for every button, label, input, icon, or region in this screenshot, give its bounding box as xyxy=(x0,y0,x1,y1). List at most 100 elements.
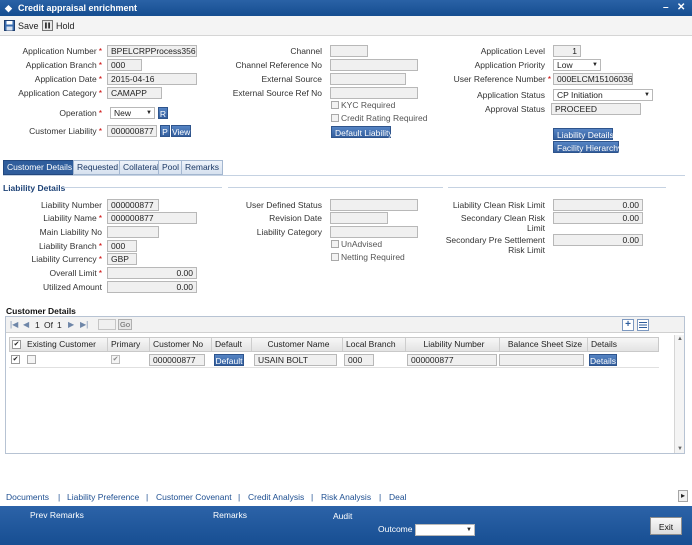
existing-customer-checkbox[interactable] xyxy=(27,355,36,364)
go-button[interactable]: Go xyxy=(118,319,132,330)
netting-required-checkbox[interactable] xyxy=(331,253,339,261)
column-header[interactable]: Local Branch xyxy=(343,338,406,351)
channel-field[interactable] xyxy=(330,45,368,57)
exit-button[interactable]: Exit xyxy=(650,517,682,535)
external-source-label: External Source xyxy=(261,74,322,84)
liability-currency-field[interactable]: GBP xyxy=(107,253,137,265)
close-icon[interactable]: ✕ xyxy=(677,2,685,13)
user-reference-number-field[interactable]: 000ELCM15106036 xyxy=(553,73,633,85)
grid-scrollbar[interactable]: ▲ ▼ xyxy=(674,335,684,453)
audit-link[interactable]: Audit xyxy=(333,511,352,522)
balance-sheet-size-field[interactable] xyxy=(499,354,584,366)
revision-date-label: Revision Date xyxy=(269,213,322,223)
column-header[interactable]: Primary xyxy=(108,338,150,351)
operation-r-button[interactable]: R xyxy=(158,107,168,119)
customer-liability-field[interactable]: 000000877 xyxy=(107,125,157,137)
user-defined-status-field[interactable] xyxy=(330,199,418,211)
column-header[interactable]: Details xyxy=(588,338,658,351)
list-icon xyxy=(639,322,647,328)
application-status-select[interactable]: CP Initiation xyxy=(553,89,653,101)
details-button[interactable]: Details xyxy=(589,354,617,366)
liability-name-label: Liability Name * xyxy=(43,213,102,223)
tab-collateral[interactable]: Collateral xyxy=(119,160,163,175)
application-category-field[interactable]: CAMAPP xyxy=(107,87,162,99)
approval-status-field: PROCEED xyxy=(551,103,641,115)
application-priority-select[interactable]: Low xyxy=(553,59,601,71)
view-rows-icon[interactable] xyxy=(637,319,649,331)
main-liability-no-field[interactable] xyxy=(107,226,159,238)
first-page-icon[interactable]: |◀ xyxy=(10,320,18,330)
tab-requested[interactable]: Requested xyxy=(73,160,123,175)
operation-select[interactable]: New xyxy=(110,107,155,119)
liability-category-label: Liability Category xyxy=(256,227,322,237)
liability-branch-field[interactable]: 000 xyxy=(107,240,137,252)
application-level-field[interactable]: 1 xyxy=(553,45,581,57)
page-number-input[interactable] xyxy=(98,319,116,330)
application-date-field[interactable]: 2015-04-16 xyxy=(107,73,197,85)
liability-details-button[interactable]: Liability Details xyxy=(553,128,614,140)
application-date-label: Application Date * xyxy=(34,74,102,84)
last-page-icon[interactable]: ▶| xyxy=(80,320,88,330)
more-links-icon[interactable]: ▸ xyxy=(678,490,688,502)
save-button[interactable]: Save xyxy=(4,19,39,33)
application-number-field[interactable]: BPELCRPProcess3568 xyxy=(107,45,197,57)
link-liability-preference[interactable]: Liability Preference xyxy=(67,491,139,503)
prev-remarks-label[interactable]: Prev Remarks xyxy=(30,510,84,521)
liability-number-cell[interactable]: 000000877 xyxy=(407,354,497,366)
default-liability-button[interactable]: Default Liability xyxy=(331,126,393,138)
customer-liability-p-button[interactable]: P xyxy=(160,125,170,137)
column-header[interactable]: Existing Customer xyxy=(24,338,108,351)
link-risk-analysis[interactable]: Risk Analysis xyxy=(321,491,371,503)
liability-number-field[interactable]: 000000877 xyxy=(107,199,159,211)
kyc-required-checkbox[interactable] xyxy=(331,101,339,109)
customer-no-field[interactable]: 000000877 xyxy=(149,354,205,366)
secondary-clean-risk-limit-field[interactable]: 0.00 xyxy=(553,212,643,224)
link-deal[interactable]: Deal xyxy=(389,491,406,503)
revision-date-field[interactable] xyxy=(330,212,388,224)
prev-page-icon[interactable]: ◀ xyxy=(23,320,29,330)
column-header[interactable]: Default xyxy=(212,338,252,351)
scroll-down-icon[interactable]: ▼ xyxy=(677,446,683,452)
minimize-icon[interactable]: – xyxy=(663,2,669,13)
credit-rating-required-checkbox[interactable] xyxy=(331,114,339,122)
application-branch-field[interactable]: 000 xyxy=(107,59,142,71)
default-button[interactable]: Default xyxy=(214,354,244,366)
overall-limit-field[interactable]: 0.00 xyxy=(107,267,197,279)
add-row-icon[interactable]: + xyxy=(622,319,634,331)
grid-pager: |◀ ◀ 1 Of 1 ▶ ▶| Go + xyxy=(6,317,684,333)
unadvised-checkbox[interactable] xyxy=(331,240,339,248)
liability-category-field[interactable] xyxy=(330,226,418,238)
local-branch-field[interactable]: 000 xyxy=(344,354,374,366)
link-customer-covenant[interactable]: Customer Covenant xyxy=(156,491,232,503)
section-divider xyxy=(448,187,666,188)
primary-checkbox[interactable]: ✔ xyxy=(111,355,120,364)
liability-name-field[interactable]: 000000877 xyxy=(107,212,197,224)
view-button[interactable]: View xyxy=(171,125,191,137)
external-source-ref-no-field[interactable] xyxy=(330,87,418,99)
column-header[interactable]: Liability Number xyxy=(406,338,500,351)
secondary-pre-settlement-field[interactable]: 0.00 xyxy=(553,234,643,246)
clean-risk-limit-field[interactable]: 0.00 xyxy=(553,199,643,211)
customer-liability-label: Customer Liability * xyxy=(29,126,102,136)
link-documents[interactable]: Documents xyxy=(6,491,49,503)
hold-button[interactable]: Hold xyxy=(42,19,75,33)
remarks-label[interactable]: Remarks xyxy=(213,510,247,521)
tab-pool[interactable]: Pool xyxy=(158,160,184,175)
channel-reference-no-field[interactable] xyxy=(330,59,418,71)
application-status-label: Application Status xyxy=(476,90,545,100)
link-credit-analysis[interactable]: Credit Analysis xyxy=(248,491,304,503)
facility-hierarchy-button[interactable]: Facility Hierarchy xyxy=(553,141,622,153)
next-page-icon[interactable]: ▶ xyxy=(68,320,74,330)
scroll-up-icon[interactable]: ▲ xyxy=(677,336,683,342)
column-header[interactable]: Customer No xyxy=(150,338,212,351)
tab-remarks[interactable]: Remarks xyxy=(181,160,224,175)
customer-name-field[interactable]: USAIN BOLT xyxy=(254,354,337,366)
outcome-select[interactable] xyxy=(415,524,475,536)
external-source-field[interactable] xyxy=(330,73,406,85)
select-all-checkbox[interactable]: ✔ xyxy=(12,340,21,349)
row-select-checkbox[interactable]: ✔ xyxy=(11,355,20,364)
column-header[interactable]: Customer Name xyxy=(252,338,343,351)
column-header[interactable]: Balance Sheet Size xyxy=(500,338,588,351)
liability-number-label: Liability Number xyxy=(41,200,102,210)
tab-customer-details[interactable]: Customer Details xyxy=(3,160,77,175)
